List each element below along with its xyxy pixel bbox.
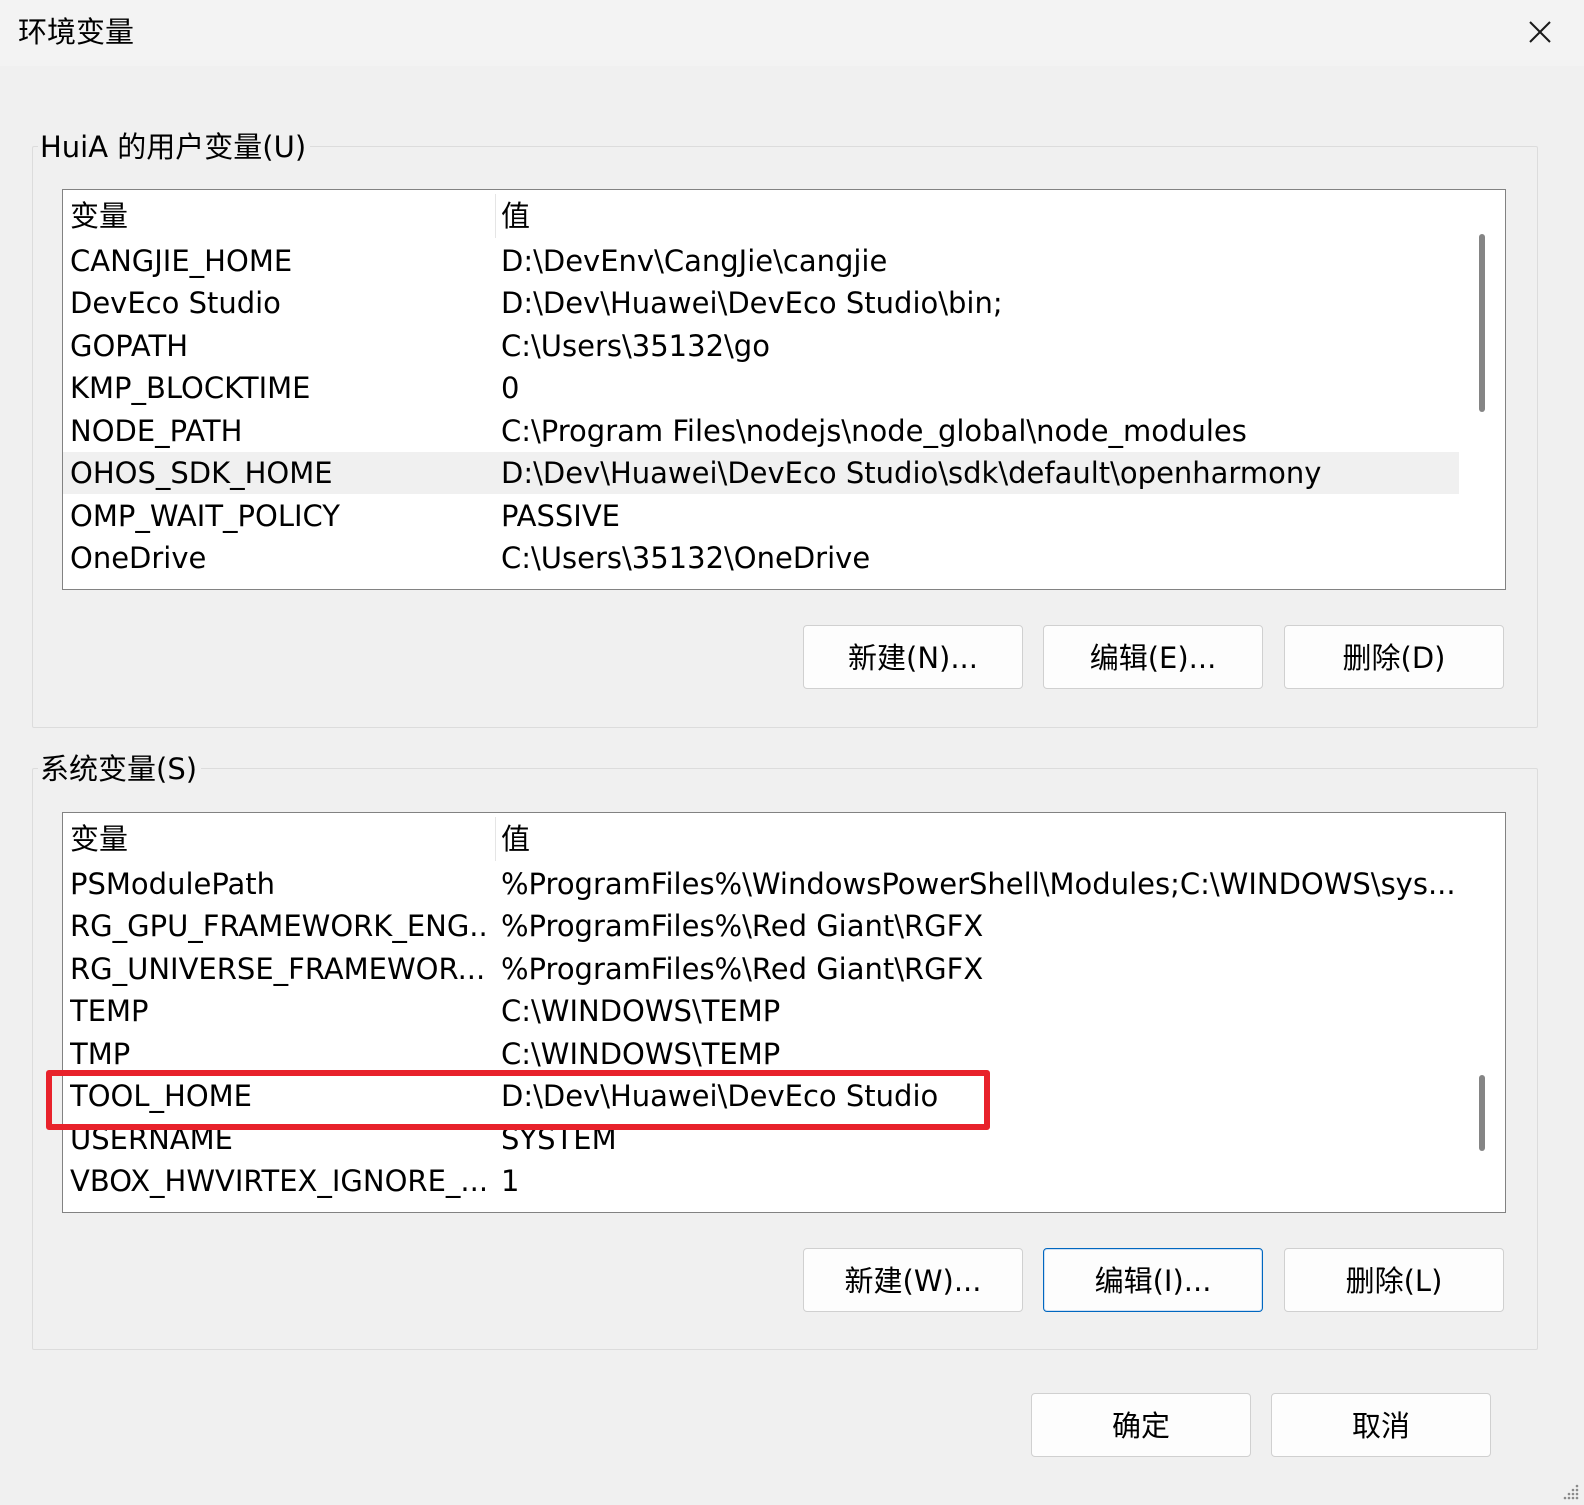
variable-name: OHOS_SDK_HOME bbox=[70, 456, 333, 490]
variable-name: CANGJIE_HOME bbox=[70, 244, 293, 278]
variable-value: 0 bbox=[501, 371, 520, 405]
system-var-row-rg-universe-framework[interactable]: RG_UNIVERSE_FRAMEWOR... %ProgramFiles%\R… bbox=[63, 948, 1459, 990]
variable-value: C:\Users\35132\go bbox=[501, 329, 770, 363]
system-edit-button[interactable]: 编辑(I)... bbox=[1043, 1248, 1263, 1312]
system-variables-list[interactable]: 变量 值 PSModulePath %ProgramFiles%\Windows… bbox=[62, 812, 1506, 1213]
user-list-scrollbar[interactable] bbox=[1461, 190, 1505, 589]
user-var-row-deveco-studio[interactable]: DevEco Studio D:\Dev\Huawei\DevEco Studi… bbox=[63, 282, 1459, 324]
system-var-row-vbox-hwvirtex[interactable]: VBOX_HWVIRTEX_IGNORE_... 1 bbox=[63, 1160, 1459, 1202]
variable-value: C:\Users\35132\OneDrive bbox=[501, 541, 871, 575]
system-var-row-rg-gpu-framework[interactable]: RG_GPU_FRAMEWORK_ENG... %ProgramFiles%\R… bbox=[63, 905, 1459, 947]
variable-value: C:\WINDOWS\TEMP bbox=[501, 994, 781, 1028]
user-var-row-gopath[interactable]: GOPATH C:\Users\35132\go bbox=[63, 325, 1459, 367]
variable-value: %ProgramFiles%\WindowsPowerShell\Modules… bbox=[501, 867, 1456, 901]
close-icon bbox=[1529, 21, 1551, 43]
user-var-row-kmp-blocktime[interactable]: KMP_BLOCKTIME 0 bbox=[63, 367, 1459, 409]
user-var-row-node-path[interactable]: NODE_PATH C:\Program Files\nodejs\node_g… bbox=[63, 410, 1459, 452]
column-divider[interactable] bbox=[495, 817, 496, 861]
variable-name: DevEco Studio bbox=[70, 286, 281, 320]
system-var-row-psmodulepath[interactable]: PSModulePath %ProgramFiles%\WindowsPower… bbox=[63, 863, 1459, 905]
close-button[interactable] bbox=[1496, 0, 1584, 66]
user-delete-button[interactable]: 删除(D) bbox=[1284, 625, 1504, 689]
system-variables-legend: 系统变量(S) bbox=[38, 749, 202, 789]
variable-value: %ProgramFiles%\Red Giant\RGFX bbox=[501, 952, 984, 986]
variable-value: D:\DevEnv\CangJie\cangjie bbox=[501, 244, 888, 278]
variable-name: NODE_PATH bbox=[70, 414, 243, 448]
scrollbar-thumb[interactable] bbox=[1479, 234, 1485, 412]
user-variables-legend: HuiA 的用户变量(U) bbox=[38, 127, 311, 167]
cancel-button[interactable]: 取消 bbox=[1271, 1393, 1491, 1457]
user-var-row-onedrive[interactable]: OneDrive C:\Users\35132\OneDrive bbox=[63, 537, 1459, 579]
variable-name: OMP_WAIT_POLICY bbox=[70, 499, 341, 533]
system-list-scrollbar[interactable] bbox=[1461, 813, 1505, 1212]
user-var-row-ohos-sdk-home[interactable]: OHOS_SDK_HOME D:\Dev\Huawei\DevEco Studi… bbox=[63, 452, 1459, 494]
column-divider[interactable] bbox=[495, 194, 496, 238]
variable-name: VBOX_HWVIRTEX_IGNORE_... bbox=[70, 1164, 489, 1198]
ok-button[interactable]: 确定 bbox=[1031, 1393, 1251, 1457]
system-var-row-tmp[interactable]: TMP C:\WINDOWS\TEMP bbox=[63, 1033, 1459, 1075]
variable-name: TMP bbox=[70, 1037, 131, 1071]
window-title: 环境变量 bbox=[18, 15, 135, 49]
annotation-highlight-box bbox=[46, 1070, 990, 1130]
column-header-value[interactable]: 值 bbox=[501, 813, 530, 863]
resize-grip-icon[interactable] bbox=[1560, 1481, 1580, 1501]
variable-name: RG_UNIVERSE_FRAMEWOR... bbox=[70, 952, 486, 986]
variable-name: RG_GPU_FRAMEWORK_ENG... bbox=[70, 909, 490, 943]
user-variables-list[interactable]: 变量 值 CANGJIE_HOME D:\DevEnv\CangJie\cang… bbox=[62, 189, 1506, 590]
list-header: 变量 值 bbox=[63, 813, 1459, 863]
variable-value: PASSIVE bbox=[501, 499, 621, 533]
environment-variables-dialog: 环境变量 HuiA 的用户变量(U) 变量 值 CANGJIE_HOME D:\… bbox=[0, 0, 1584, 1505]
column-header-variable[interactable]: 变量 bbox=[70, 190, 128, 240]
user-new-button[interactable]: 新建(N)... bbox=[803, 625, 1023, 689]
system-new-button[interactable]: 新建(W)... bbox=[803, 1248, 1023, 1312]
variable-name: TEMP bbox=[70, 994, 149, 1028]
variable-name: OneDrive bbox=[70, 541, 207, 575]
user-var-row-cangjie-home[interactable]: CANGJIE_HOME D:\DevEnv\CangJie\cangjie bbox=[63, 240, 1459, 282]
user-var-row-omp-wait-policy[interactable]: OMP_WAIT_POLICY PASSIVE bbox=[63, 495, 1459, 537]
system-delete-button[interactable]: 删除(L) bbox=[1284, 1248, 1504, 1312]
variable-name: GOPATH bbox=[70, 329, 189, 363]
list-header: 变量 值 bbox=[63, 190, 1459, 240]
scrollbar-thumb[interactable] bbox=[1479, 1075, 1485, 1151]
variable-value: D:\Dev\Huawei\DevEco Studio\bin; bbox=[501, 286, 1003, 320]
system-var-row-temp[interactable]: TEMP C:\WINDOWS\TEMP bbox=[63, 990, 1459, 1032]
user-edit-button[interactable]: 编辑(E)... bbox=[1043, 625, 1263, 689]
variable-value: %ProgramFiles%\Red Giant\RGFX bbox=[501, 909, 984, 943]
title-bar: 环境变量 bbox=[0, 0, 1584, 66]
variable-value: D:\Dev\Huawei\DevEco Studio\sdk\default\… bbox=[501, 456, 1322, 490]
column-header-variable[interactable]: 变量 bbox=[70, 813, 128, 863]
variable-value: 1 bbox=[501, 1164, 520, 1198]
column-header-value[interactable]: 值 bbox=[501, 190, 530, 240]
variable-name: PSModulePath bbox=[70, 867, 276, 901]
variable-value: C:\WINDOWS\TEMP bbox=[501, 1037, 781, 1071]
variable-name: KMP_BLOCKTIME bbox=[70, 371, 311, 405]
variable-value: C:\Program Files\nodejs\node_global\node… bbox=[501, 414, 1247, 448]
